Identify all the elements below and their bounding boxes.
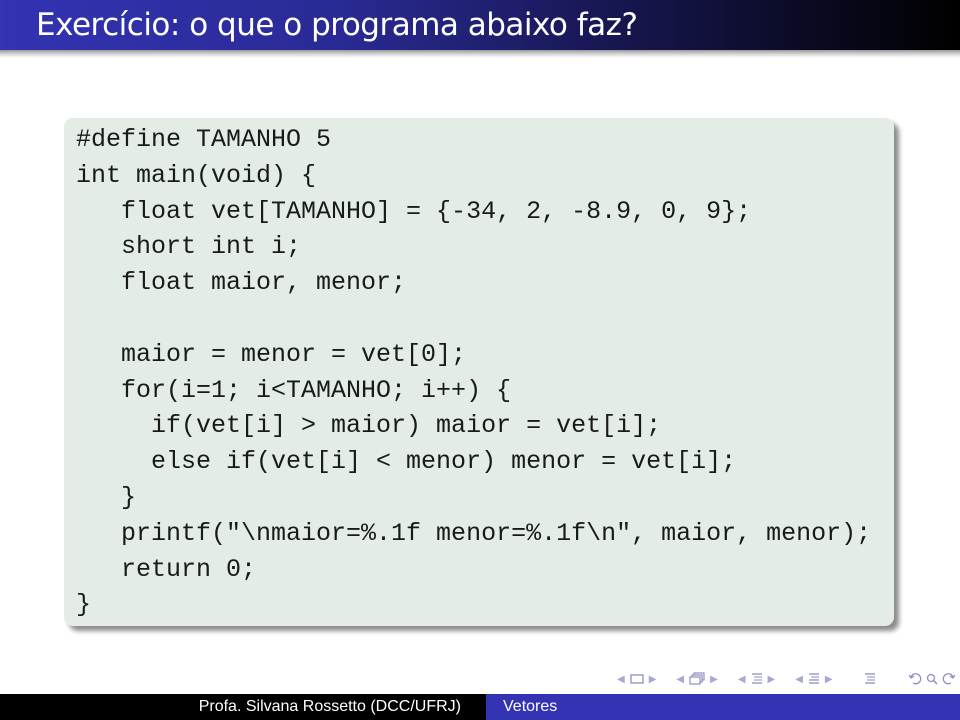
nav-frame-prev-icon[interactable]: ◀ xyxy=(614,674,628,685)
beamer-navigation-bar: ◀ ▶ ◀ ▶ ◀ ▶ ◀ ▶ xyxy=(614,668,960,690)
nav-subsection-prev-icon[interactable]: ◀ xyxy=(673,674,687,685)
code-line: short int i; xyxy=(76,232,302,262)
nav-outline-group xyxy=(850,672,878,686)
outline-icon[interactable] xyxy=(862,672,878,686)
code-line: for(i=1; i<TAMANHO; i++) { xyxy=(76,375,512,405)
code-line: else if(vet[i] < menor) menor = vet[i]; xyxy=(76,447,737,477)
nav-subsection-next-icon[interactable]: ▶ xyxy=(707,674,721,685)
frame-icon[interactable] xyxy=(628,674,646,684)
code-line: #define TAMANHO 5 xyxy=(76,125,332,154)
nav-document-next-icon[interactable]: ▶ xyxy=(822,674,836,685)
subsection-icon[interactable] xyxy=(687,672,707,686)
search-icon[interactable] xyxy=(924,673,940,685)
document-icon[interactable] xyxy=(806,672,822,686)
nav-section-prev-icon[interactable]: ◀ xyxy=(735,674,749,685)
footer-short-title: Vetores xyxy=(486,694,960,720)
section-icon[interactable] xyxy=(749,672,765,686)
code-line: printf("\nmaior=%.1f menor=%.1f\n", maio… xyxy=(76,518,872,548)
forward-icon[interactable] xyxy=(940,673,958,685)
nav-section-next-icon[interactable]: ▶ xyxy=(765,674,779,685)
nav-document-prev-icon[interactable]: ◀ xyxy=(792,674,806,685)
code-line: return 0; xyxy=(76,554,257,584)
code-line: if(vet[i] > maior) maior = vet[i]; xyxy=(76,411,662,441)
code-line: float maior, menor; xyxy=(76,268,407,298)
slide-title: Exercício: o que o programa abaixo faz? xyxy=(36,7,638,43)
nav-search-group xyxy=(906,673,958,685)
nav-section-group: ◀ ▶ xyxy=(735,672,778,686)
code-line: int main(void) { xyxy=(76,160,317,190)
code-line: float vet[TAMANHO] = {-34, 2, -8.9, 0, 9… xyxy=(76,196,752,226)
title-bar-shadow xyxy=(0,50,960,58)
code-listing: #define TAMANHO 5 int main(void) { float … xyxy=(76,122,871,623)
back-icon[interactable] xyxy=(906,673,924,685)
footer: Profa. Silvana Rossetto (DCC/UFRJ) Vetor… xyxy=(0,694,960,720)
code-line: } xyxy=(76,482,137,512)
nav-document-group: ◀ ▶ xyxy=(792,672,835,686)
footer-author: Profa. Silvana Rossetto (DCC/UFRJ) xyxy=(0,694,486,720)
code-line: maior = menor = vet[0]; xyxy=(76,339,467,369)
title-bar: Exercício: o que o programa abaixo faz? xyxy=(0,0,960,50)
code-line: } xyxy=(76,590,92,620)
nav-frame-group: ◀ ▶ xyxy=(614,674,659,685)
nav-subsection-group: ◀ ▶ xyxy=(673,672,720,686)
nav-frame-next-icon[interactable]: ▶ xyxy=(646,674,660,685)
